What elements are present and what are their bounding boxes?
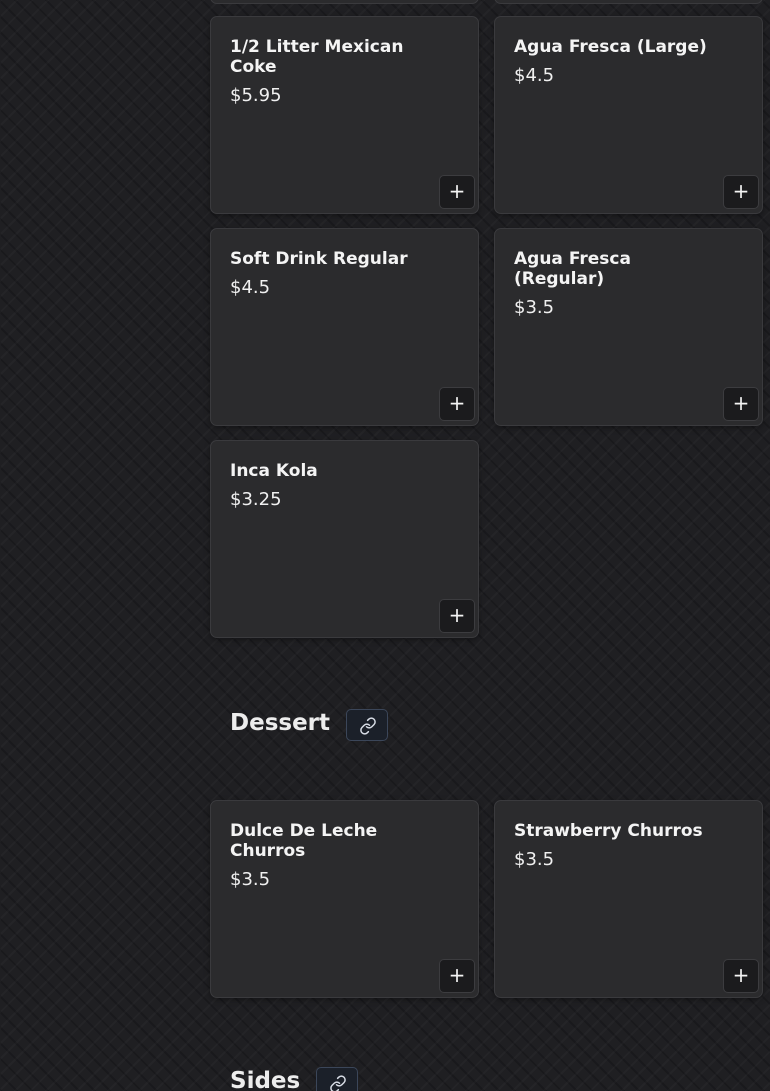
menu-item-card-partial <box>210 0 479 4</box>
menu-item-price: $4.5 <box>230 277 271 298</box>
menu-item-card[interactable]: Dulce De Leche Churros $3.5 + <box>210 800 479 998</box>
add-to-cart-button[interactable]: + <box>439 387 475 421</box>
menu-item-price: $3.5 <box>514 849 555 870</box>
menu-item-name: Strawberry Churros <box>514 821 703 841</box>
plus-icon: + <box>448 391 466 415</box>
add-to-cart-button[interactable]: + <box>439 599 475 633</box>
add-to-cart-button[interactable]: + <box>439 959 475 993</box>
copy-section-link-button[interactable] <box>346 709 388 741</box>
menu-item-price-wrap: $5.95 <box>230 77 445 107</box>
menu-item-price: $3.25 <box>230 489 282 510</box>
menu-item-price: $3.5 <box>230 869 271 890</box>
menu-item-card[interactable]: Soft Drink Regular $4.5 + <box>210 228 479 426</box>
plus-icon: + <box>448 179 466 203</box>
plus-icon: + <box>732 963 750 987</box>
plus-icon: + <box>732 391 750 415</box>
copy-section-link-button[interactable] <box>316 1067 358 1091</box>
menu-item-price-wrap: $3.5 <box>230 861 445 891</box>
menu-item-price: $3.5 <box>514 297 555 318</box>
menu-item-card[interactable]: Agua Fresca (Regular) $3.5 + <box>494 228 763 426</box>
menu-item-name: Agua Fresca (Large) <box>514 37 707 57</box>
menu-item-name: Agua Fresca (Regular) <box>514 249 631 289</box>
menu-item-card[interactable]: Strawberry Churros $3.5 + <box>494 800 763 998</box>
menu-item-card[interactable]: Agua Fresca (Large) $4.5 + <box>494 16 763 214</box>
menu-item-name: Inca Kola <box>230 461 318 481</box>
menu-item-price: $4.5 <box>514 65 555 86</box>
menu-item-name: Dulce De Leche Churros <box>230 821 378 861</box>
menu-item-price-wrap: $4.5 <box>514 57 729 87</box>
menu-item-price-wrap: $3.5 <box>514 289 729 319</box>
add-to-cart-button[interactable]: + <box>723 175 759 209</box>
menu-item-name: 1/2 Litter Mexican Coke <box>230 37 404 77</box>
plus-icon: + <box>448 963 466 987</box>
menu-item-card[interactable]: Inca Kola $3.25 + <box>210 440 479 638</box>
menu-item-price-wrap: $3.5 <box>514 841 729 871</box>
link-icon <box>330 1075 346 1091</box>
menu-item-price-wrap: $3.25 <box>230 481 445 511</box>
menu-item-price-wrap: $4.5 <box>230 269 445 299</box>
menu-item-card-partial <box>494 0 763 4</box>
menu-item-name: Soft Drink Regular <box>230 249 408 269</box>
add-to-cart-button[interactable]: + <box>439 175 475 209</box>
add-to-cart-button[interactable]: + <box>723 387 759 421</box>
add-to-cart-button[interactable]: + <box>723 959 759 993</box>
plus-icon: + <box>732 179 750 203</box>
plus-icon: + <box>448 603 466 627</box>
menu-item-price: $5.95 <box>230 85 282 106</box>
section-title-sides: Sides <box>230 1068 301 1091</box>
section-title-dessert: Dessert <box>230 710 331 736</box>
link-icon <box>360 717 376 735</box>
menu-item-card[interactable]: 1/2 Litter Mexican Coke $5.95 + <box>210 16 479 214</box>
